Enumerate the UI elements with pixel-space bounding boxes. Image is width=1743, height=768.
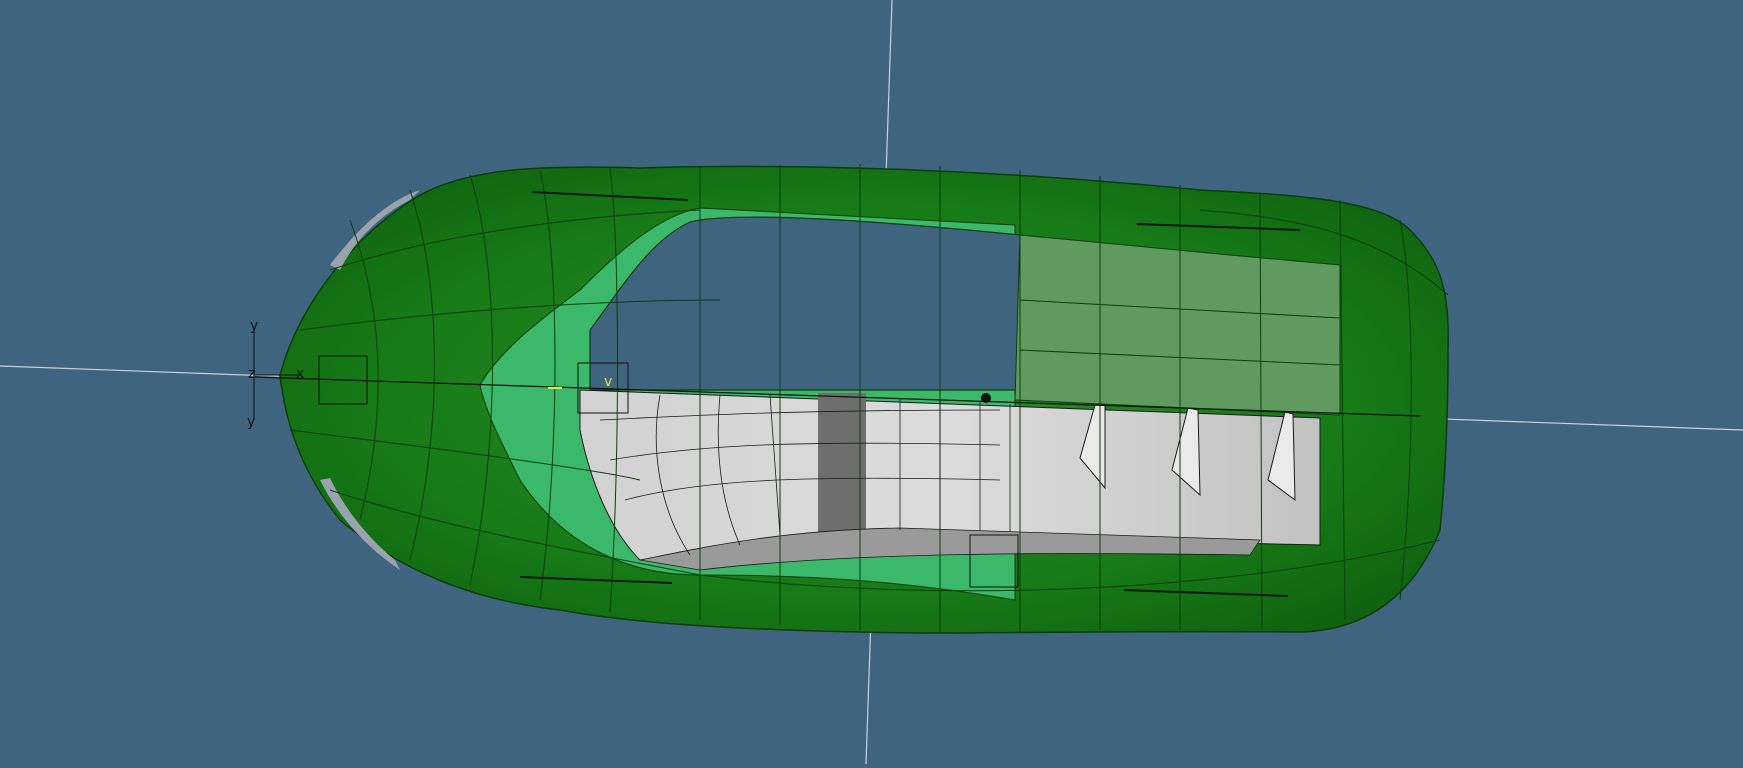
triad-label-z: z xyxy=(248,366,255,382)
viewport-canvas[interactable]: v y z x y xyxy=(0,0,1743,765)
pivot-handle[interactable] xyxy=(981,393,991,403)
triad-label-x: x xyxy=(296,366,304,382)
triad-label-y-bottom: y xyxy=(247,414,255,430)
origin-marker-label: v xyxy=(604,374,612,390)
interior-dark-band xyxy=(818,393,866,533)
3d-viewport[interactable]: v y z x y xyxy=(0,0,1743,765)
triad-label-y-top: y xyxy=(250,318,258,334)
flat-side-panel[interactable] xyxy=(1014,234,1341,416)
